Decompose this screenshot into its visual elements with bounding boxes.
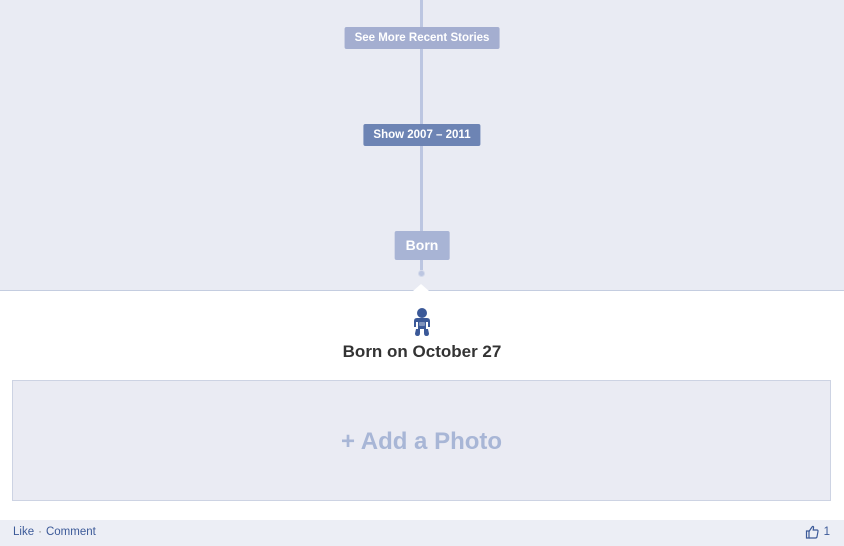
timeline-spine-dot (418, 270, 425, 277)
footer-actions: Like · Comment (13, 526, 96, 538)
like-link[interactable]: Like (13, 526, 34, 538)
born-marker[interactable]: Born (394, 231, 450, 260)
life-event-title: Born on October 27 (342, 342, 502, 361)
caret-pointer (413, 284, 429, 291)
baby-icon (411, 307, 433, 337)
story-footer: Like · Comment 1 (0, 520, 844, 546)
like-count[interactable]: 1 (805, 525, 830, 539)
add-photo-button[interactable]: + Add a Photo (12, 380, 831, 501)
like-count-value: 1 (823, 526, 830, 538)
footer-separator: · (38, 526, 42, 538)
see-more-recent-stories-button[interactable]: See More Recent Stories (344, 27, 500, 49)
timeline-area: See More Recent Stories Show 2007 – 2011… (0, 0, 844, 290)
comment-link[interactable]: Comment (46, 526, 96, 538)
thumbs-up-icon (805, 525, 819, 539)
add-photo-label: + Add a Photo (340, 428, 503, 455)
show-years-button[interactable]: Show 2007 – 2011 (363, 124, 481, 146)
